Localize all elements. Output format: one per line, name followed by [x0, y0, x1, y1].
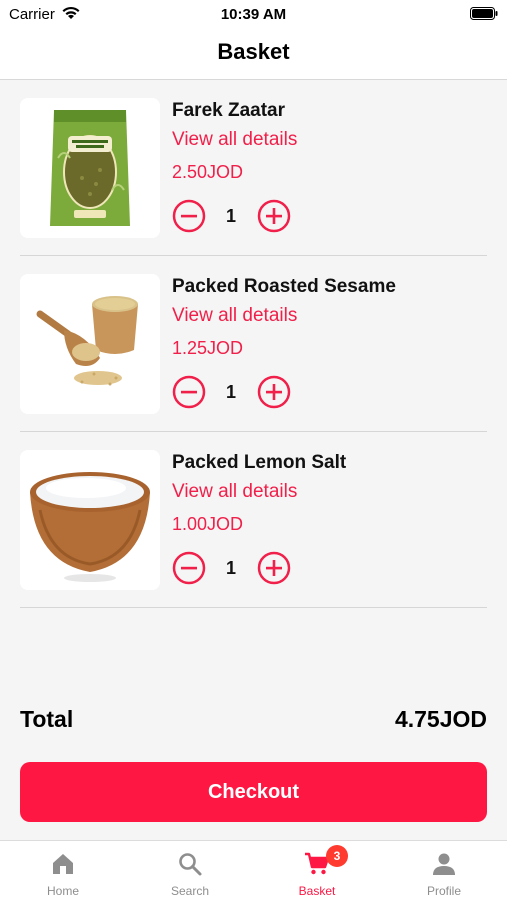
view-details-link[interactable]: View all details	[172, 481, 297, 503]
increase-quantity-button[interactable]	[257, 199, 291, 233]
nav-header: Basket	[0, 28, 507, 80]
product-price: 1.00JOD	[172, 514, 244, 534]
product-price: 1.25JOD	[172, 338, 244, 358]
person-icon	[433, 853, 455, 875]
tab-home[interactable]: Home	[0, 841, 126, 900]
minus-circle-icon	[172, 375, 206, 409]
plus-circle-icon	[257, 551, 291, 585]
decrease-quantity-button[interactable]	[172, 551, 206, 585]
increase-quantity-button[interactable]	[257, 375, 291, 409]
screen: Carrier 10:39 AM Basket Farek Zaatar Vie…	[0, 0, 507, 900]
page-title: Basket	[217, 39, 290, 64]
zaatar-package-image	[20, 98, 160, 238]
tab-basket[interactable]: 3 Basket	[254, 841, 380, 900]
tab-profile[interactable]: Profile	[381, 841, 507, 900]
basket-item: Packed Lemon Salt View all details 1.00J…	[20, 432, 487, 608]
plus-circle-icon	[257, 199, 291, 233]
product-name: Packed Lemon Salt	[172, 452, 347, 473]
tab-bar: Home Search 3 Basket Profile	[0, 840, 507, 900]
status-bar: Carrier 10:39 AM	[0, 0, 507, 28]
quantity-value: 1	[225, 558, 236, 578]
tab-label: Home	[46, 884, 79, 898]
product-image-salt[interactable]	[20, 450, 160, 590]
total-value: 4.75JOD	[394, 706, 487, 732]
decrease-quantity-button[interactable]	[172, 375, 206, 409]
product-name: Farek Zaatar	[172, 100, 286, 121]
basket-list: Farek Zaatar View all details 2.50JOD 1	[20, 80, 487, 608]
salt-bowl-image	[20, 450, 160, 590]
home-icon	[53, 854, 73, 874]
increase-quantity-button[interactable]	[257, 551, 291, 585]
decrease-quantity-button[interactable]	[172, 199, 206, 233]
view-details-link[interactable]: View all details	[172, 129, 297, 151]
cart-count-badge: 3	[326, 845, 348, 867]
clock: 10:39 AM	[220, 6, 287, 23]
view-details-link[interactable]: View all details	[172, 305, 297, 327]
product-image-sesame[interactable]	[20, 274, 160, 414]
tab-label: Profile	[426, 884, 461, 898]
quantity-value: 1	[225, 206, 236, 226]
minus-circle-icon	[172, 551, 206, 585]
product-price: 2.50JOD	[172, 162, 244, 182]
tab-label: Basket	[298, 884, 336, 898]
tab-search[interactable]: Search	[127, 841, 253, 900]
quantity-value: 1	[225, 382, 236, 402]
plus-circle-icon	[257, 375, 291, 409]
search-icon	[179, 853, 202, 876]
product-name: Packed Roasted Sesame	[172, 276, 396, 297]
sesame-scoop-image	[20, 274, 160, 414]
minus-circle-icon	[172, 199, 206, 233]
basket-item: Farek Zaatar View all details 2.50JOD 1	[20, 80, 487, 256]
checkout-button[interactable]: Checkout	[20, 762, 487, 822]
product-image-zaatar[interactable]	[20, 98, 160, 238]
battery-icon	[470, 7, 498, 20]
basket-item: Packed Roasted Sesame View all details 1…	[20, 256, 487, 432]
total-label: Total	[20, 706, 74, 732]
tab-label: Search	[170, 884, 210, 898]
